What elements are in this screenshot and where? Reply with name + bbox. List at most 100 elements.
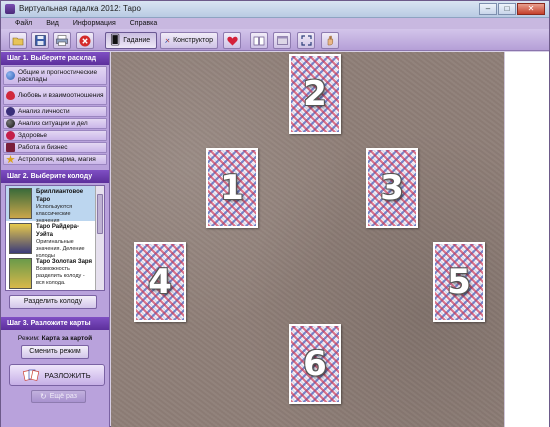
constructor-label: Конструктор [173,37,213,44]
window-button[interactable] [273,32,291,49]
card-position-2[interactable]: 2 [289,54,341,134]
mode-row: Режим: Карта за картой [1,335,109,343]
deck-thumbnail [9,223,32,254]
card-position-6[interactable]: 6 [289,324,341,404]
spread-item-health[interactable]: Здоровье [3,130,107,141]
cards-fan-icon [23,369,40,381]
card-number: 1 [220,168,244,208]
save-icon [34,35,46,46]
divination-label: Гадание [123,37,151,44]
briefcase-icon [6,143,15,152]
maximize-button[interactable]: □ [498,3,516,15]
change-mode-button[interactable]: Сменить режим [21,345,89,359]
sidebar: Шаг 1. Выберите расклад Общие и прогност… [1,52,110,427]
window-title: Виртуальная гадалка 2012: Таро [19,4,141,13]
card-number: 6 [303,344,327,384]
stop-button[interactable] [76,32,94,49]
globe-icon [6,71,15,80]
scrollbar-thumb[interactable] [97,194,103,234]
card-position-5[interactable]: 5 [433,242,485,322]
again-label: Ещё раз [49,393,77,400]
spread-item-personality[interactable]: Анализ личности [3,106,107,117]
spread-item-label: Общие и прогностические расклады [18,68,98,83]
divination-button[interactable]: 🂠 Гадание [105,32,157,49]
close-button[interactable]: ✕ [517,3,545,15]
card-position-1[interactable]: 1 [206,148,258,228]
star-icon [6,155,15,164]
cards-icon: 🂠 [110,34,121,46]
lay-out-label: РАЗЛОЖИТЬ [44,370,91,380]
again-button[interactable]: ↻ Ещё раз [31,390,86,403]
heart-icon [226,36,238,45]
spread-item-situation[interactable]: Анализ ситуации и дел [3,118,107,129]
title-bar: Виртуальная гадалка 2012: Таро – □ ✕ [1,1,549,18]
dark-sphere-icon [6,119,15,128]
book-button[interactable] [250,32,268,49]
deck-item-diamond[interactable]: Бриллиантовое Таро Используются классиче… [6,186,104,224]
deck-list-scrollbar[interactable] [95,186,104,290]
spread-item-work[interactable]: Работа и бизнес [3,142,107,153]
fullscreen-icon [300,35,312,46]
spread-item-label: Здоровье [18,132,48,139]
card-position-4[interactable]: 4 [134,242,186,322]
spread-item-label: Работа и бизнес [18,144,68,151]
window-icon [276,36,288,45]
refresh-icon: ↻ [40,392,47,401]
tools-icon [165,38,170,43]
menu-bar: Файл Вид Информация Справка [1,18,549,29]
card-number: 2 [303,74,327,114]
print-icon [56,35,68,46]
book-icon [253,36,265,45]
toolbar: 🂠 Гадание Конструктор [1,29,549,51]
heart-icon [6,91,15,100]
spread-item-love[interactable]: Любовь и взаимоотношения [3,86,107,105]
spread-item-astrology[interactable]: Астрология, карма, магия [3,154,107,165]
card-number: 5 [447,262,471,302]
hand-button[interactable] [321,32,339,49]
favorites-button[interactable] [223,32,241,49]
constructor-button[interactable]: Конструктор [160,32,218,49]
app-window: Виртуальная гадалка 2012: Таро – □ ✕ Фай… [0,0,550,427]
spread-item-label: Астрология, карма, магия [18,156,96,163]
lay-out-button[interactable]: РАЗЛОЖИТЬ [9,364,105,386]
spread-category-list: Общие и прогностические расклады Любовь … [1,65,109,167]
deck-description: Возможность разделить колоду - вся колод… [36,266,85,286]
print-button[interactable] [53,32,71,49]
window-controls: – □ ✕ [479,3,545,15]
menu-help[interactable]: Справка [130,18,157,29]
mode-prefix: Режим: [17,335,40,342]
card-number: 3 [380,168,404,208]
menu-info[interactable]: Информация [73,18,116,29]
spread-item-label: Любовь и взаимоотношения [18,92,104,99]
card-layout-area: 2 1 3 4 5 6 [111,52,504,427]
save-button[interactable] [31,32,49,49]
spread-item-label: Анализ ситуации и дел [18,120,88,127]
person-icon [6,107,15,116]
open-button[interactable] [9,32,27,49]
step3-header: Шаг 3. Разложите карты [1,317,109,330]
deck-name: Таро Райдера-Уэйта [36,224,79,238]
step2-header: Шаг 2. Выберите колоду [1,170,109,183]
mode-value: Карта за картой [41,335,93,342]
deck-thumbnail [9,188,32,219]
split-deck-button[interactable]: Разделить колоду [9,295,97,309]
deck-name: Таро Золотая Заря [36,259,92,265]
step1-header: Шаг 1. Выберите расклад [1,52,109,65]
deck-list: Бриллиантовое Таро Используются классиче… [5,185,105,291]
interpretation-pane [504,52,549,427]
menu-file[interactable]: Файл [15,18,32,29]
spread-item-label: Анализ личности [18,108,70,115]
minimize-button[interactable]: – [479,3,497,15]
app-icon [5,4,15,14]
deck-name: Бриллиантовое Таро [36,189,84,203]
spread-item-general[interactable]: Общие и прогностические расклады [3,66,107,85]
card-position-3[interactable]: 3 [366,148,418,228]
card-number: 4 [148,262,172,302]
deck-thumbnail [9,258,32,289]
fullscreen-button[interactable] [297,32,315,49]
deck-item-golden-dawn[interactable]: Таро Золотая Заря Возможность разделить … [6,256,104,290]
deck-item-rider-waite[interactable]: Таро Райдера-Уэйта Оригинальные значения… [6,221,104,259]
close-circle-icon [79,35,91,46]
health-icon [6,131,15,140]
menu-view[interactable]: Вид [46,18,59,29]
